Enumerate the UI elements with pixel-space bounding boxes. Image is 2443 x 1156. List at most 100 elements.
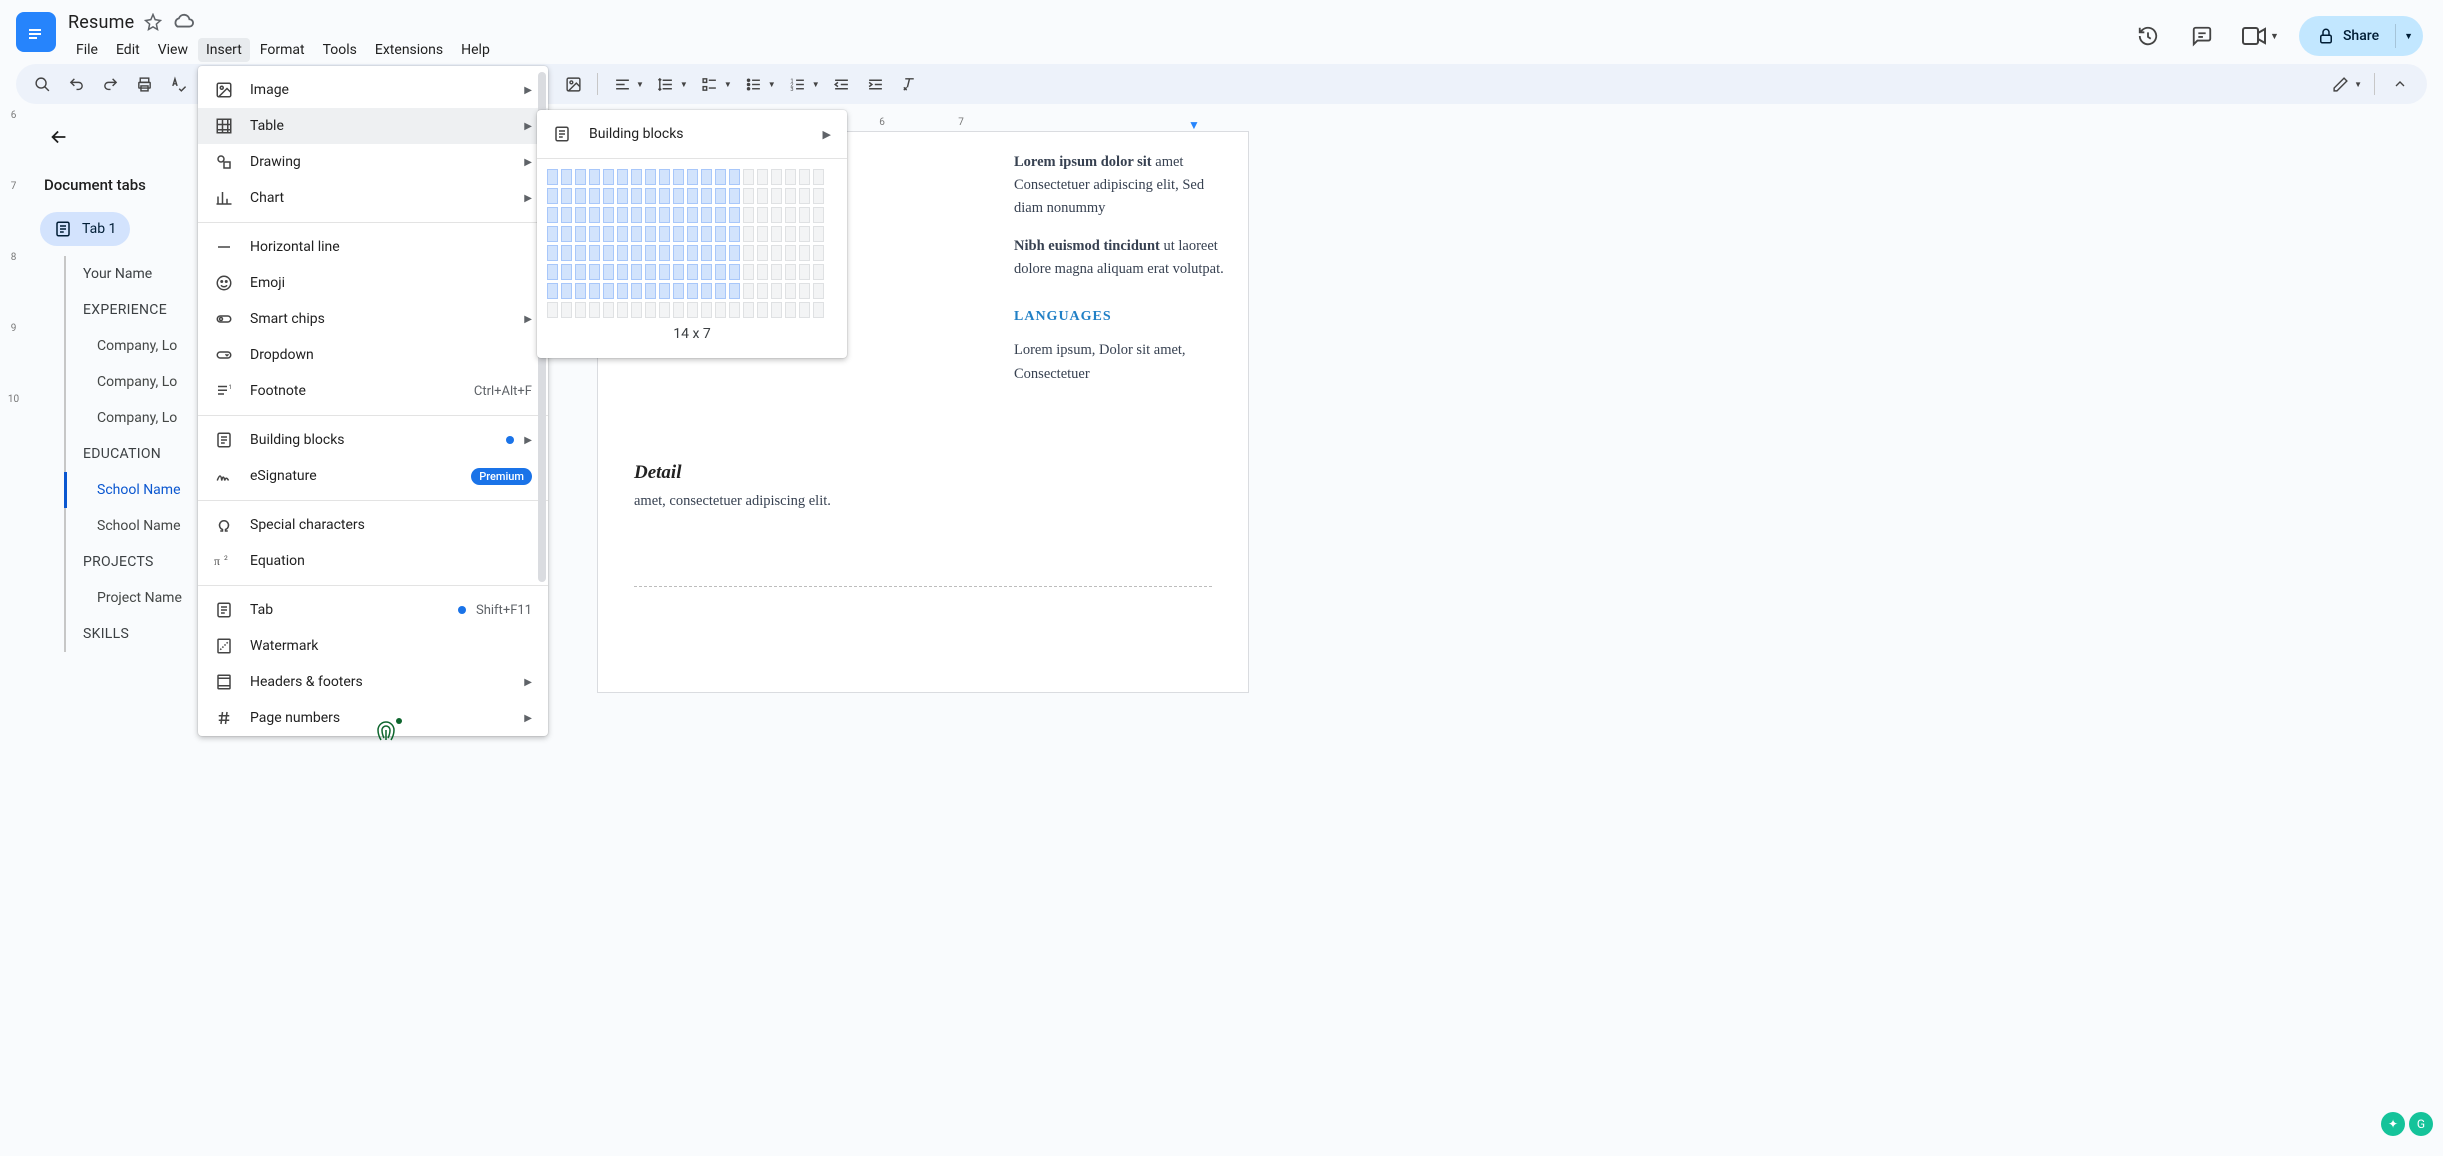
grid-cell[interactable] bbox=[673, 169, 684, 185]
grid-cell[interactable] bbox=[743, 302, 754, 318]
grid-cell[interactable] bbox=[701, 207, 712, 223]
grid-cell[interactable] bbox=[799, 245, 810, 261]
grid-cell[interactable] bbox=[673, 207, 684, 223]
editing-mode-dropdown[interactable]: ▼ bbox=[2324, 68, 2366, 100]
tab-pill-active[interactable]: Tab 1 bbox=[40, 212, 130, 246]
comments-icon[interactable] bbox=[2182, 16, 2222, 56]
fingerprint-icon[interactable] bbox=[374, 720, 398, 744]
grid-cell[interactable] bbox=[561, 226, 572, 242]
checklist-dropdown[interactable]: ▼ bbox=[694, 68, 736, 100]
share-button[interactable]: Share ▼ bbox=[2299, 16, 2423, 56]
grid-cell[interactable] bbox=[631, 188, 642, 204]
grid-cell[interactable] bbox=[757, 188, 768, 204]
table-grid-picker[interactable]: 14 x 7 bbox=[537, 165, 847, 346]
menu-view[interactable]: View bbox=[150, 38, 196, 62]
grid-cell[interactable] bbox=[757, 226, 768, 242]
grid-cell[interactable] bbox=[603, 226, 614, 242]
grid-cell[interactable] bbox=[785, 302, 796, 318]
insert-menu-tab[interactable]: TabShift+F11 bbox=[198, 592, 548, 628]
grid-cell[interactable] bbox=[729, 188, 740, 204]
grid-cell[interactable] bbox=[645, 169, 656, 185]
grid-cell[interactable] bbox=[701, 283, 712, 299]
grid-cell[interactable] bbox=[715, 264, 726, 280]
indent-decrease-icon[interactable] bbox=[826, 68, 858, 100]
grid-cell[interactable] bbox=[813, 226, 824, 242]
grid-cell[interactable] bbox=[547, 245, 558, 261]
grid-cell[interactable] bbox=[715, 302, 726, 318]
grid-cell[interactable] bbox=[631, 245, 642, 261]
grid-cell[interactable] bbox=[771, 302, 782, 318]
grid-cell[interactable] bbox=[673, 283, 684, 299]
back-arrow-icon[interactable] bbox=[40, 120, 78, 154]
grid-cell[interactable] bbox=[589, 302, 600, 318]
insert-menu-building-blocks[interactable]: Building blocks▶ bbox=[198, 422, 548, 458]
grid-cell[interactable] bbox=[687, 207, 698, 223]
grid-cell[interactable] bbox=[771, 169, 782, 185]
grid-cell[interactable] bbox=[785, 283, 796, 299]
numbered-list-dropdown[interactable]: 123▼ bbox=[782, 68, 824, 100]
grid-cell[interactable] bbox=[743, 264, 754, 280]
tab-stop-marker[interactable]: ▼ bbox=[1188, 118, 1200, 132]
grid-cell[interactable] bbox=[645, 188, 656, 204]
grid-cell[interactable] bbox=[729, 245, 740, 261]
grid-cell[interactable] bbox=[813, 264, 824, 280]
print-icon[interactable] bbox=[128, 68, 160, 100]
grid-cell[interactable] bbox=[645, 245, 656, 261]
grid-cell[interactable] bbox=[785, 188, 796, 204]
grid-cell[interactable] bbox=[687, 264, 698, 280]
grid-cell[interactable] bbox=[547, 226, 558, 242]
grid-cell[interactable] bbox=[589, 264, 600, 280]
grid-cell[interactable] bbox=[617, 207, 628, 223]
grid-cell[interactable] bbox=[687, 283, 698, 299]
grid-cell[interactable] bbox=[715, 283, 726, 299]
grid-cell[interactable] bbox=[673, 245, 684, 261]
grid-cell[interactable] bbox=[771, 188, 782, 204]
grid-cell[interactable] bbox=[561, 169, 572, 185]
grid-cell[interactable] bbox=[785, 207, 796, 223]
insert-menu-page-numbers[interactable]: Page numbers▶ bbox=[198, 700, 548, 736]
menu-help[interactable]: Help bbox=[453, 38, 498, 62]
grid-cell[interactable] bbox=[757, 245, 768, 261]
grid-cell[interactable] bbox=[645, 302, 656, 318]
grid-cell[interactable] bbox=[687, 226, 698, 242]
grid-cell[interactable] bbox=[561, 207, 572, 223]
insert-menu-emoji[interactable]: Emoji bbox=[198, 265, 548, 301]
insert-menu-horizontal-line[interactable]: Horizontal line bbox=[198, 229, 548, 265]
grid-cell[interactable] bbox=[617, 283, 628, 299]
grid-cell[interactable] bbox=[561, 245, 572, 261]
insert-menu-esignature[interactable]: eSignaturePremium bbox=[198, 458, 548, 494]
grid-cell[interactable] bbox=[799, 264, 810, 280]
grid-cell[interactable] bbox=[701, 245, 712, 261]
grid-cell[interactable] bbox=[547, 264, 558, 280]
grid-cell[interactable] bbox=[603, 169, 614, 185]
grid-cell[interactable] bbox=[575, 207, 586, 223]
grid-cell[interactable] bbox=[743, 207, 754, 223]
grid-cell[interactable] bbox=[785, 245, 796, 261]
grid-cell[interactable] bbox=[785, 169, 796, 185]
grid-cell[interactable] bbox=[813, 188, 824, 204]
grid-cell[interactable] bbox=[715, 169, 726, 185]
grid-cell[interactable] bbox=[603, 207, 614, 223]
insert-menu-watermark[interactable]: Watermark bbox=[198, 628, 548, 664]
menu-insert[interactable]: Insert bbox=[198, 38, 250, 62]
grid-cell[interactable] bbox=[799, 226, 810, 242]
clear-formatting-icon[interactable] bbox=[894, 68, 926, 100]
grid-cell[interactable] bbox=[575, 264, 586, 280]
grid-cell[interactable] bbox=[715, 226, 726, 242]
grid-cell[interactable] bbox=[687, 245, 698, 261]
grid-cell[interactable] bbox=[701, 188, 712, 204]
grammarly-badge-icon[interactable]: G bbox=[2409, 1112, 2433, 1136]
undo-icon[interactable] bbox=[60, 68, 92, 100]
grid-cell[interactable] bbox=[547, 207, 558, 223]
menu-tools[interactable]: Tools bbox=[315, 38, 365, 62]
grid-cell[interactable] bbox=[813, 283, 824, 299]
grid-cell[interactable] bbox=[799, 302, 810, 318]
grid-cell[interactable] bbox=[813, 302, 824, 318]
grid-cell[interactable] bbox=[589, 226, 600, 242]
grid-cell[interactable] bbox=[673, 226, 684, 242]
insert-menu-drawing[interactable]: Drawing▶ bbox=[198, 144, 548, 180]
indent-increase-icon[interactable] bbox=[860, 68, 892, 100]
grid-cell[interactable] bbox=[589, 245, 600, 261]
grid-cell[interactable] bbox=[603, 188, 614, 204]
grammarly-pills[interactable]: ✦ G bbox=[2381, 1112, 2433, 1136]
